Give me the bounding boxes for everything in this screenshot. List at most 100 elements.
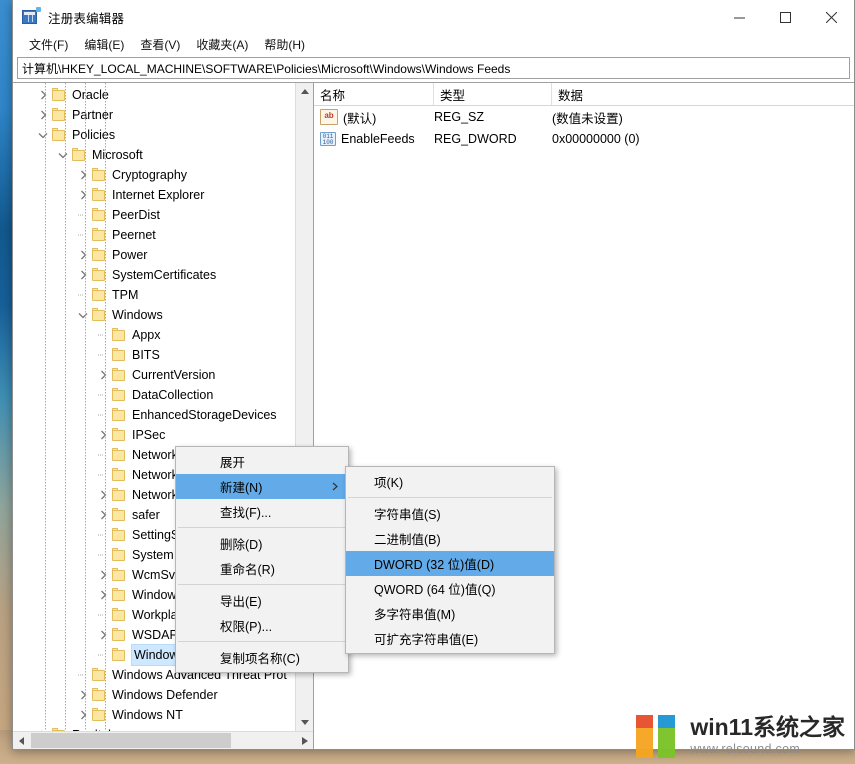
tree-item-label: Power	[112, 248, 148, 262]
chevron-right-icon[interactable]	[35, 105, 51, 125]
scroll-right-button[interactable]	[296, 732, 313, 749]
menu-help[interactable]: 帮助(H)	[256, 35, 313, 55]
tree-item[interactable]: BITS	[13, 345, 295, 365]
chevron-right-icon[interactable]	[35, 85, 51, 105]
menu-file[interactable]: 文件(F)	[21, 35, 76, 55]
chevron-right-icon[interactable]	[95, 485, 111, 505]
column-header-name[interactable]: 名称	[314, 83, 434, 105]
menu-view[interactable]: 查看(V)	[132, 35, 188, 55]
tree-item[interactable]: CurrentVersion	[13, 365, 295, 385]
column-header-type[interactable]: 类型	[434, 83, 552, 105]
scroll-down-button[interactable]	[296, 714, 313, 731]
chevron-right-icon[interactable]	[95, 625, 111, 645]
chevron-right-icon[interactable]	[75, 705, 91, 725]
context-menu-item[interactable]: 查找(F)...	[176, 499, 348, 524]
context-menu-item[interactable]: 展开	[176, 449, 348, 474]
tree-item[interactable]: Partner	[13, 105, 295, 125]
minimize-button[interactable]	[716, 0, 762, 34]
tree-item[interactable]: Microsoft	[13, 145, 295, 165]
tree-item[interactable]: Internet Explorer	[13, 185, 295, 205]
submenu-item[interactable]: QWORD (64 位)值(Q)	[346, 576, 554, 601]
window-controls	[716, 0, 854, 34]
chevron-right-icon[interactable]	[75, 265, 91, 285]
chevron-right-icon[interactable]	[75, 185, 91, 205]
value-row[interactable]: 011 100 EnableFeeds REG_DWORD 0x00000000 (0)	[314, 128, 854, 150]
submenu-item[interactable]: 多字符串值(M)	[346, 601, 554, 626]
tree-item[interactable]: PeerDist	[13, 205, 295, 225]
tree-item[interactable]: SystemCertificates	[13, 265, 295, 285]
tree-leaf-icon	[95, 545, 111, 565]
win11-logo-icon	[632, 714, 684, 758]
scroll-up-button[interactable]	[296, 83, 313, 100]
context-menu-item[interactable]: 重命名(R)	[176, 556, 348, 581]
chevron-down-icon[interactable]	[55, 145, 71, 165]
chevron-right-icon[interactable]	[95, 565, 111, 585]
tree-item[interactable]: Policies	[13, 125, 295, 145]
tree-item-label: IPSec	[132, 428, 166, 442]
value-row[interactable]: ab (默认) REG_SZ (数值未设置)	[314, 106, 854, 128]
tree-horizontal-scrollbar[interactable]	[13, 731, 313, 749]
address-bar[interactable]: 计算机\HKEY_LOCAL_MACHINE\SOFTWARE\Policies…	[17, 57, 850, 79]
tree-item[interactable]: Peernet	[13, 225, 295, 245]
tree-item[interactable]: Windows	[13, 305, 295, 325]
chevron-right-icon[interactable]	[95, 365, 111, 385]
maximize-button[interactable]	[762, 0, 808, 34]
context-menu-item[interactable]: 删除(D)	[176, 531, 348, 556]
new-item-submenu[interactable]: 项(K) 字符串值(S) 二进制值(B) DWORD (32 位)值(D) QWORD …	[345, 466, 555, 654]
value-name-label: (默认)	[343, 111, 377, 126]
folder-icon	[111, 408, 127, 422]
tree-item[interactable]: Power	[13, 245, 295, 265]
tree-item-label: WSDAPI	[132, 628, 182, 642]
submenu-item[interactable]: DWORD (32 位)值(D)	[346, 551, 554, 576]
chevron-right-icon[interactable]	[75, 245, 91, 265]
chevron-right-icon[interactable]	[95, 585, 111, 605]
submenu-item[interactable]: 二进制值(B)	[346, 526, 554, 551]
values-column-header: 名称 类型 数据	[314, 83, 854, 106]
tree-item-label: DataCollection	[132, 388, 214, 402]
chevron-right-icon[interactable]	[95, 425, 111, 445]
folder-icon	[111, 588, 127, 602]
folder-icon	[111, 448, 127, 462]
submenu-item[interactable]: 可扩充字符串值(E)	[346, 626, 554, 651]
context-menu-item[interactable]: 权限(P)...	[176, 613, 348, 638]
value-type-cell: REG_DWORD	[434, 132, 517, 146]
menu-edit[interactable]: 编辑(E)	[76, 35, 132, 55]
chevron-right-icon[interactable]	[95, 505, 111, 525]
chevron-right-icon[interactable]	[75, 165, 91, 185]
tree-item[interactable]: DataCollection	[13, 385, 295, 405]
folder-icon	[111, 648, 127, 662]
chevron-down-icon[interactable]	[75, 305, 91, 325]
chevron-down-icon[interactable]	[35, 125, 51, 145]
tree-item[interactable]: TPM	[13, 285, 295, 305]
tree-item[interactable]: Appx	[13, 325, 295, 345]
tree-item[interactable]: Oracle	[13, 85, 295, 105]
scroll-left-button[interactable]	[13, 732, 30, 749]
close-button[interactable]	[808, 0, 854, 34]
tree-item[interactable]: Windows Defender	[13, 685, 295, 705]
menu-bar: 文件(F) 编辑(E) 查看(V) 收藏夹(A) 帮助(H)	[13, 34, 854, 56]
menu-favorites[interactable]: 收藏夹(A)	[188, 35, 256, 55]
tree-item[interactable]: Windows NT	[13, 705, 295, 725]
tree-item[interactable]: IPSec	[13, 425, 295, 445]
tree-context-menu[interactable]: 展开 新建(N) 查找(F)... 删除(D) 重命名(R) 导出(E) 权限(P)... 复…	[175, 446, 349, 673]
tree-item-label: CurrentVersion	[132, 368, 216, 382]
submenu-item[interactable]: 字符串值(S)	[346, 501, 554, 526]
context-menu-item[interactable]: 复制项名称(C)	[176, 645, 348, 670]
tree-hscroll-thumb[interactable]	[31, 733, 231, 748]
tree-item[interactable]: EnhancedStorageDevices	[13, 405, 295, 425]
context-menu-item[interactable]: 导出(E)	[176, 588, 348, 613]
context-menu-item[interactable]: 新建(N)	[176, 474, 348, 499]
dword-value-icon: 011 100	[320, 132, 336, 146]
chevron-right-icon[interactable]	[75, 685, 91, 705]
tree-item[interactable]: Cryptography	[13, 165, 295, 185]
submenu-item[interactable]: 项(K)	[346, 469, 554, 494]
column-header-data[interactable]: 数据	[552, 83, 854, 105]
value-data-cell: (数值未设置)	[552, 111, 623, 126]
